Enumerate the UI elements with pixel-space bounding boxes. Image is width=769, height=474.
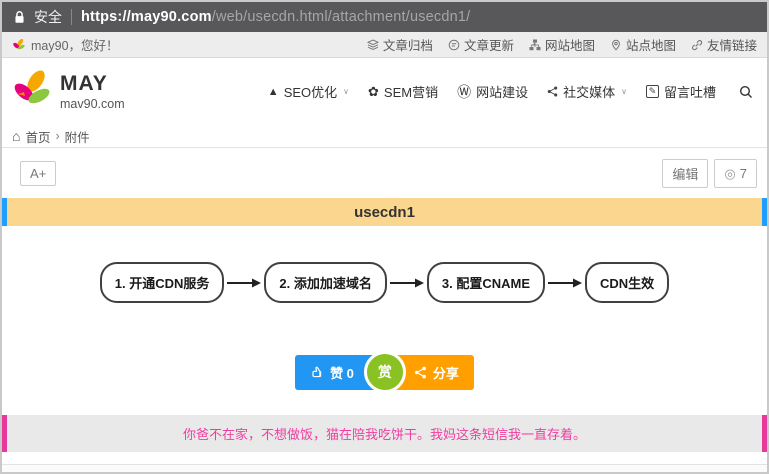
thumbs-up-icon xyxy=(310,365,324,379)
meta-bar: 上传日期：2018年08月01日 xyxy=(2,464,767,474)
arrow-right-icon xyxy=(226,277,262,289)
article-title: usecdn1 xyxy=(354,204,415,221)
breadcrumb-current[interactable]: 附件 xyxy=(65,127,90,146)
flow-step-1: 1. 开通CDN服务 xyxy=(100,262,225,303)
flowchart-image: 1. 开通CDN服务 2. 添加加速域名 3. 配置CNAME CDN生效 xyxy=(2,226,767,333)
breadcrumb-home[interactable]: 首页 xyxy=(25,127,50,146)
user-greeting: may90，您好！ xyxy=(31,35,119,54)
url-field[interactable]: https://may90.com/web/usecdn.html/attach… xyxy=(81,9,470,25)
edit-button[interactable]: 编辑 xyxy=(662,159,708,188)
logo-subtitle: mav90.com xyxy=(60,97,125,111)
quote-text: 你爸不在家，不想做饭，猫在陪我吃饼干。我妈这条短信我一直存着。 xyxy=(183,427,586,442)
breadcrumb: ⌂ 首页 › 附件 xyxy=(2,125,767,148)
map-pin-icon xyxy=(610,39,622,51)
nav-sem[interactable]: ✿ SEM营销 xyxy=(368,82,438,101)
home-icon: ⌂ xyxy=(12,128,20,144)
reward-button[interactable]: 赏 xyxy=(364,351,406,393)
nav-seo[interactable]: ▲ SEO优化 ∨ xyxy=(268,82,349,101)
share-nodes-icon xyxy=(547,86,558,97)
flow-step-4: CDN生效 xyxy=(585,262,669,303)
triangle-icon: ▲ xyxy=(268,86,279,98)
link-article-archive[interactable]: 文章归档 xyxy=(367,35,433,54)
link-friend-links[interactable]: 友情链接 xyxy=(691,35,757,54)
article-title-bar: usecdn1 xyxy=(2,198,767,226)
gear-icon: ✿ xyxy=(368,84,379,100)
chevron-down-icon: ∨ xyxy=(621,87,627,96)
security-label: 安全 xyxy=(34,7,62,27)
arrow-right-icon xyxy=(389,277,425,289)
action-bar: 赞 0 赏 分享 xyxy=(2,351,767,393)
chevron-down-icon: ∨ xyxy=(343,87,349,96)
user-bar-links: 文章归档 文章更新 网站地图 站点地图 xyxy=(367,35,757,54)
site-header: MAY mav90.com ▲ SEO优化 ∨ ✿ SEM营销 Ⓦ 网站建设 xyxy=(2,58,767,125)
quote-banner: 你爸不在家，不想做饭，猫在陪我吃饼干。我妈这条短信我一直存着。 xyxy=(2,415,767,452)
link-site-map[interactable]: 站点地图 xyxy=(610,35,676,54)
browser-window: 安全 https://may90.com/web/usecdn.html/att… xyxy=(0,0,769,474)
chain-link-icon xyxy=(691,39,703,51)
flow-step-3: 3. 配置CNAME xyxy=(427,262,545,303)
lock-icon xyxy=(14,10,25,24)
arrow-right-icon xyxy=(547,277,583,289)
user-bar: may90，您好！ 文章归档 文章更新 网站地图 xyxy=(2,32,767,58)
logo-title: MAY xyxy=(60,72,125,95)
flow-step-2: 2. 添加加速域名 xyxy=(264,262,386,303)
search-icon xyxy=(739,85,753,99)
url-host: https://may90.com xyxy=(81,9,212,25)
eye-icon: ◎ xyxy=(724,166,735,182)
nav-website[interactable]: Ⓦ 网站建设 xyxy=(457,82,528,102)
nav-message[interactable]: ✎ 留言吐槽 xyxy=(646,82,716,101)
sitemap-icon xyxy=(529,39,541,51)
bird-logo-icon xyxy=(12,70,52,113)
nav-social[interactable]: 社交媒体 ∨ xyxy=(547,82,627,101)
archive-layers-icon xyxy=(367,39,379,51)
site-logo-small-icon xyxy=(12,39,26,51)
search-button[interactable] xyxy=(739,85,753,99)
link-sitemap[interactable]: 网站地图 xyxy=(529,35,595,54)
article-toolbar: A+ 编辑 ◎ 7 xyxy=(2,148,767,198)
url-path: /web/usecdn.html/attachment/usecdn1/ xyxy=(212,9,471,25)
share-nodes-icon xyxy=(414,366,427,379)
link-article-update[interactable]: 文章更新 xyxy=(448,35,514,54)
update-icon xyxy=(448,39,460,51)
like-label: 赞 0 xyxy=(330,363,354,382)
main-nav: ▲ SEO优化 ∨ ✿ SEM营销 Ⓦ 网站建设 社交媒体 ∨ ✎ 留 xyxy=(268,82,753,102)
wordpress-icon: Ⓦ xyxy=(457,82,471,102)
address-bar: 安全 https://may90.com/web/usecdn.html/att… xyxy=(2,2,767,32)
share-label: 分享 xyxy=(433,363,459,382)
edit-note-icon: ✎ xyxy=(646,85,659,98)
views-counter[interactable]: ◎ 7 xyxy=(714,159,757,188)
font-size-button[interactable]: A+ xyxy=(20,161,56,186)
site-logo[interactable]: MAY mav90.com xyxy=(12,70,125,113)
breadcrumb-separator: › xyxy=(55,129,59,143)
article-content: A+ 编辑 ◎ 7 usecdn1 1. 开通CDN服务 2. 添加加速域名 xyxy=(2,148,767,474)
views-count: 7 xyxy=(740,166,747,181)
address-divider xyxy=(71,9,72,25)
